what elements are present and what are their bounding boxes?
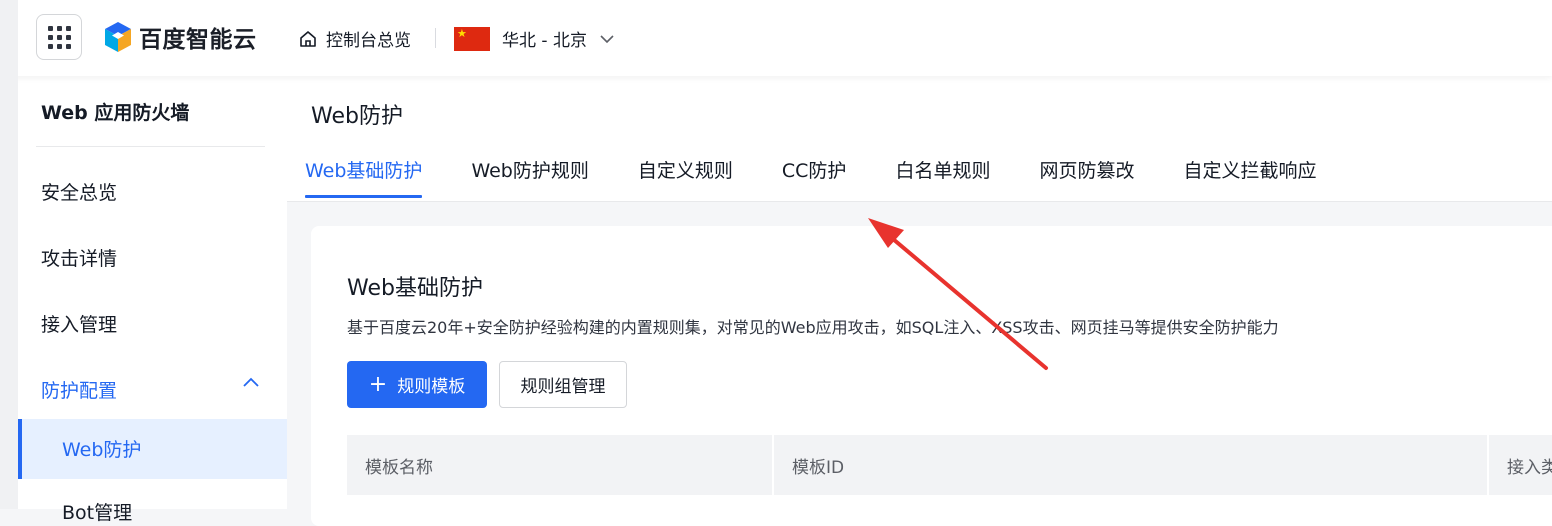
sidebar-item-attack-details[interactable]: 攻击详情 xyxy=(41,244,117,271)
card-title: Web基础防护 xyxy=(347,276,483,301)
tab-bar: Web基础防护 Web防护规则 自定义规则 CC防护 白名单规则 网页防篡改 自… xyxy=(305,156,1365,198)
nav-divider xyxy=(435,28,436,48)
tab-web-basic-protection[interactable]: Web基础防护 xyxy=(305,156,423,198)
card-description: 基于百度云20年+安全防护经验构建的内置规则集，对常见的Web应用攻击，如SQL… xyxy=(347,318,1279,337)
main-header: Web防护 Web基础防护 Web防护规则 自定义规则 CC防护 白名单规则 网… xyxy=(287,76,1552,202)
rule-template-button[interactable]: + 规则模板 xyxy=(347,361,487,408)
sidebar-subitem-label: Web防护 xyxy=(62,439,142,461)
home-icon xyxy=(300,30,316,47)
tab-web-protection-rules[interactable]: Web防护规则 xyxy=(471,156,588,197)
left-edge-strip xyxy=(0,0,18,509)
tab-whitelist-rules[interactable]: 白名单规则 xyxy=(895,156,990,197)
sidebar-item-access-management[interactable]: 接入管理 xyxy=(41,310,117,337)
sidebar-item-protection-config[interactable]: 防护配置 xyxy=(41,376,117,403)
sidebar-subitem-web-protection[interactable]: Web防护 xyxy=(18,419,287,479)
sidebar-title: Web 应用防火墙 xyxy=(41,102,190,124)
cube-logo-icon xyxy=(105,22,131,52)
top-navigation-bar: 百度智能云 控制台总览 ★ 华北 - 北京 xyxy=(0,0,1552,76)
china-flag-icon: ★ xyxy=(454,26,490,51)
rule-group-management-button[interactable]: 规则组管理 xyxy=(499,361,627,408)
apps-menu-button[interactable] xyxy=(36,14,82,60)
sidebar-divider xyxy=(36,146,265,147)
sidebar: Web 应用防火墙 安全总览 攻击详情 接入管理 防护配置 Web防护 Bot管… xyxy=(18,76,287,524)
apps-grid-icon xyxy=(47,25,71,49)
page-title: Web防护 xyxy=(311,104,403,129)
chevron-down-icon xyxy=(600,34,614,43)
sidebar-subitem-bot-management[interactable]: Bot管理 xyxy=(62,498,132,525)
sidebar-item-security-overview[interactable]: 安全总览 xyxy=(41,178,117,205)
chevron-up-icon[interactable] xyxy=(242,376,260,388)
console-overview-link[interactable]: 控制台总览 xyxy=(298,26,411,51)
tab-anti-tamper[interactable]: 网页防篡改 xyxy=(1039,156,1134,197)
annotation-arrow-icon xyxy=(868,218,1048,370)
plus-icon: + xyxy=(368,371,388,397)
region-selector[interactable]: ★ 华北 - 北京 xyxy=(454,26,615,51)
brand-name: 百度智能云 xyxy=(139,27,257,53)
rule-template-label: 规则模板 xyxy=(397,377,466,397)
region-label: 华北 - 北京 xyxy=(502,31,587,51)
brand-logo[interactable]: 百度智能云 xyxy=(103,20,257,54)
table-header: 模板名称 模板ID 接入类 xyxy=(347,435,1552,495)
tab-custom-rules[interactable]: 自定义规则 xyxy=(638,156,733,197)
column-header-access-type: 接入类 xyxy=(1507,457,1552,478)
console-overview-label: 控制台总览 xyxy=(326,31,411,51)
tab-cc-protection[interactable]: CC防护 xyxy=(782,156,847,197)
tab-custom-block-response[interactable]: 自定义拦截响应 xyxy=(1183,156,1316,197)
column-header-template-id: 模板ID xyxy=(774,435,1489,495)
column-header-template-name: 模板名称 xyxy=(347,435,774,495)
